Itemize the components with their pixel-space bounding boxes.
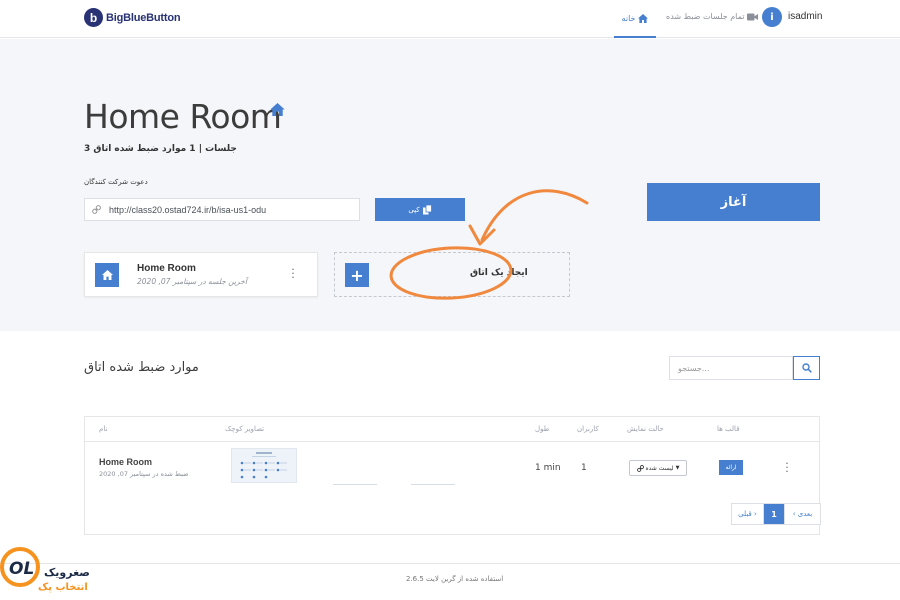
recording-length: 1 min: [535, 463, 561, 473]
recording-thumbnail[interactable]: [231, 448, 297, 483]
logo-text: BigBlueButton: [106, 11, 181, 24]
home-room-icon: [270, 101, 285, 120]
recording-name: Home Room: [99, 457, 153, 467]
recording-users: 1: [581, 463, 587, 473]
col-name: نام: [99, 425, 108, 433]
invite-label: دعوت شرکت کنندگان: [84, 178, 148, 186]
watermark-logo-text: OL: [9, 559, 34, 579]
page-title: Home Room: [84, 97, 282, 136]
footer-text: استفاده شده از گرین لایت 2.6.5: [406, 575, 504, 583]
footer-divider: [0, 563, 900, 564]
room-home-icon: [95, 263, 119, 287]
recordings-table: نام تصاویر کوچک طول کاربران حالت نمایش ق…: [84, 416, 821, 535]
recording-date: ضبط شده در سپتامبر 07, 2020: [99, 470, 189, 478]
col-length: طول: [535, 425, 550, 433]
copy-icon: [422, 204, 432, 214]
plus-icon: +: [345, 263, 369, 287]
invite-url-field[interactable]: http://class20.ostad724.ir/b/isa-us1-odu: [84, 198, 360, 221]
pagination-next[interactable]: ‹ بعدی: [784, 504, 820, 524]
navbar: b BigBlueButton خانه تمام جلسات ضبط شده …: [0, 0, 900, 38]
recordings-search-input[interactable]: جستجو...: [669, 356, 793, 380]
video-camera-icon: [747, 13, 759, 20]
thumbnail-placeholder: [333, 484, 377, 485]
chevron-down-icon: ▼: [675, 465, 680, 471]
nav-recordings-label: تمام جلسات ضبط شده: [666, 12, 745, 21]
search-button[interactable]: [793, 356, 820, 380]
col-users: کاربران: [577, 425, 599, 433]
bigbluebutton-logo[interactable]: b BigBlueButton: [84, 8, 181, 27]
watermark-subtitle: انتخاب پک: [38, 582, 88, 593]
link-icon: [636, 464, 644, 472]
visibility-dropdown[interactable]: لیست شده ▼: [629, 460, 687, 476]
invite-url: http://class20.ostad724.ir/b/isa-us1-odu: [109, 204, 267, 215]
room-card-title: Home Room: [137, 263, 196, 274]
copy-button[interactable]: کپی: [375, 198, 465, 221]
start-button[interactable]: آغاز: [647, 183, 820, 221]
thumbnail-placeholder: [411, 484, 455, 485]
presentation-format-button[interactable]: ارائه: [719, 460, 743, 475]
visibility-value: لیست شده: [645, 464, 674, 472]
watermark-brand: صغرویک: [44, 566, 90, 579]
nav-home-link[interactable]: خانه: [614, 0, 656, 38]
pagination-page[interactable]: 1: [764, 504, 784, 524]
recordings-title: موارد ضبط شده اتاق: [84, 360, 199, 375]
col-visibility: حالت نمایش: [627, 425, 664, 433]
pagination: قبلی › 1 ‹ بعدی: [731, 503, 821, 525]
room-meta: جلسات | 1 موارد ضبط شده اتاق 3: [84, 144, 237, 154]
room-card-home[interactable]: Home Room آخرین جلسه در سپتامبر 07, 2020…: [84, 252, 318, 297]
logo-icon: b: [84, 8, 103, 27]
room-options-icon[interactable]: · · ·: [291, 264, 295, 283]
col-formats: قالب ها: [717, 425, 740, 433]
copy-label: کپی: [408, 205, 420, 214]
nav-recordings-link[interactable]: تمام جلسات ضبط شده: [666, 12, 759, 21]
recording-options-icon[interactable]: · · ·: [785, 458, 789, 477]
home-icon: [638, 13, 649, 23]
create-room-label: ایجاد یک اتاق: [470, 268, 528, 278]
nav-home-label: خانه: [621, 13, 636, 23]
search-icon: [801, 363, 812, 373]
col-thumbnails: تصاویر کوچک: [225, 425, 265, 433]
link-icon: [92, 205, 101, 214]
username[interactable]: isadmin: [788, 11, 822, 22]
create-room-card[interactable]: +: [334, 252, 570, 297]
pagination-prev[interactable]: قبلی ›: [732, 504, 764, 524]
table-header-divider: [85, 441, 819, 442]
room-card-subtitle: آخرین جلسه در سپتامبر 07, 2020: [137, 277, 247, 286]
user-avatar[interactable]: i: [762, 7, 782, 27]
